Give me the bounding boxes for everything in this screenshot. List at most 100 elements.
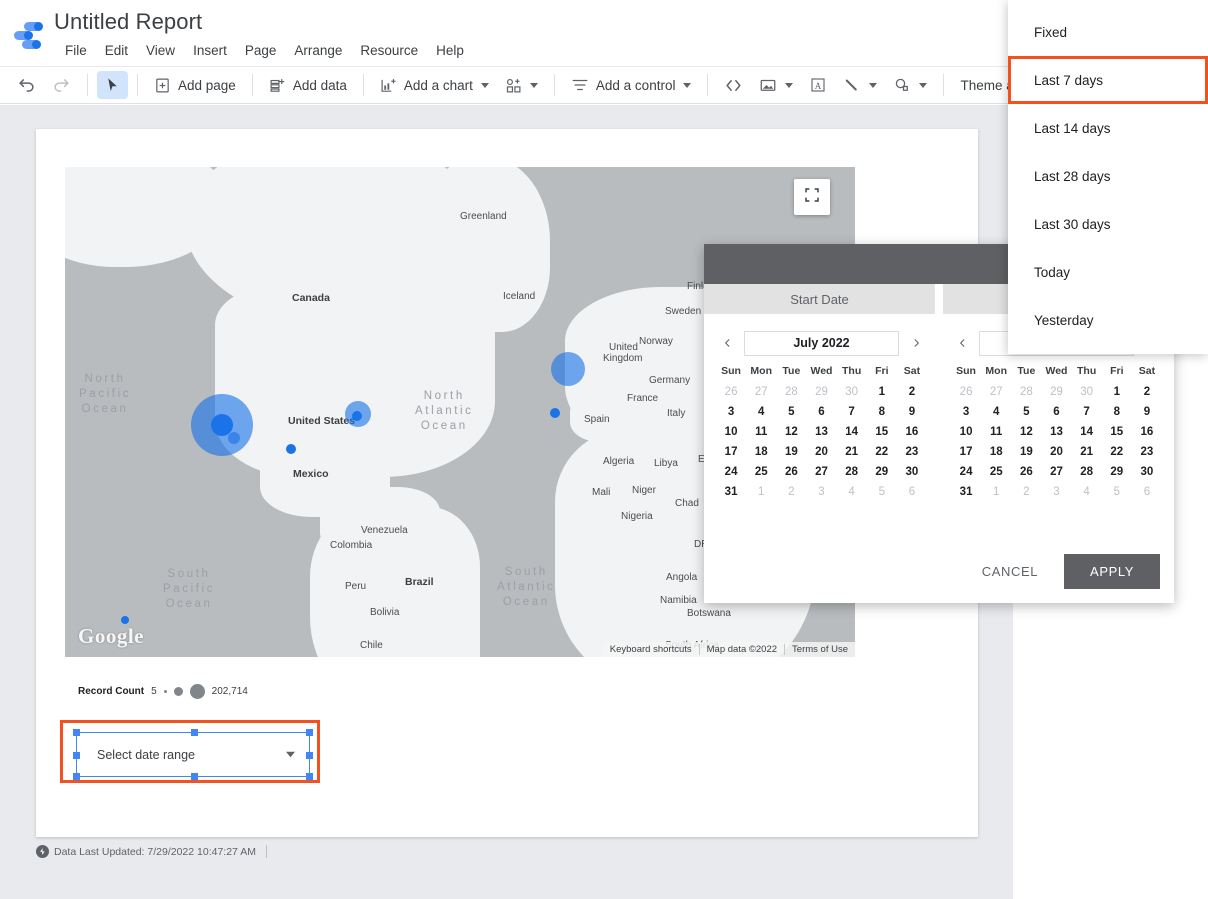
add-control-button[interactable]: Add a control	[564, 71, 699, 99]
page-title[interactable]: Untitled Report	[54, 9, 202, 35]
date-range-control[interactable]: Select date range	[73, 729, 313, 780]
calendar-day[interactable]: 10	[716, 426, 746, 438]
map-bubble[interactable]	[551, 352, 585, 386]
calendar-day[interactable]: 1	[981, 486, 1011, 498]
calendar-day[interactable]: 14	[837, 426, 867, 438]
fullscreen-button[interactable]	[794, 179, 830, 215]
calendar-day[interactable]: 6	[806, 406, 836, 418]
calendar-day[interactable]: 26	[951, 386, 981, 398]
calendar-day[interactable]: 4	[837, 486, 867, 498]
calendar-day[interactable]: 22	[867, 446, 897, 458]
calendar-day[interactable]: 2	[1011, 486, 1041, 498]
map-bubble[interactable]	[228, 432, 240, 444]
calendar-day[interactable]: 8	[1102, 406, 1132, 418]
month-year-selector[interactable]: July 2022	[744, 330, 899, 356]
terms-of-use-link[interactable]: Terms of Use	[784, 644, 855, 655]
calendar-day[interactable]: 29	[1041, 386, 1071, 398]
add-chart-button[interactable]: Add a chart	[373, 71, 496, 99]
calendar-day[interactable]: 18	[746, 446, 776, 458]
calendar-day[interactable]: 12	[776, 426, 806, 438]
calendar-day[interactable]: 3	[1041, 486, 1071, 498]
calendar-day[interactable]: 25	[981, 466, 1011, 478]
menu-insert[interactable]: Insert	[184, 41, 236, 60]
calendar-day[interactable]: 1	[1102, 386, 1132, 398]
calendar-day[interactable]: 9	[897, 406, 927, 418]
menu-item-last-28-days[interactable]: Last 28 days	[1008, 152, 1208, 200]
calendar-day[interactable]: 3	[716, 406, 746, 418]
calendar-day[interactable]: 29	[1102, 466, 1132, 478]
select-tool-button[interactable]	[97, 71, 128, 99]
calendar-day[interactable]: 28	[837, 466, 867, 478]
calendar-day[interactable]: 2	[1132, 386, 1162, 398]
embed-code-button[interactable]	[717, 71, 750, 99]
calendar-day[interactable]: 11	[981, 426, 1011, 438]
map-bubble[interactable]	[121, 616, 129, 624]
calendar-day[interactable]: 1	[867, 386, 897, 398]
calendar-day[interactable]: 27	[806, 466, 836, 478]
calendar-day[interactable]: 2	[776, 486, 806, 498]
calendar-day[interactable]: 15	[1102, 426, 1132, 438]
calendar-day[interactable]: 28	[1011, 386, 1041, 398]
menu-item-last-7-days[interactable]: Last 7 days	[1008, 56, 1208, 104]
resize-handle-n[interactable]	[191, 729, 198, 736]
calendar-day[interactable]: 26	[716, 386, 746, 398]
calendar-day[interactable]: 26	[1011, 466, 1041, 478]
calendar-day[interactable]: 16	[1132, 426, 1162, 438]
tab-start-date[interactable]: Start Date	[704, 284, 935, 314]
undo-button[interactable]	[10, 71, 43, 99]
image-button[interactable]	[752, 71, 800, 99]
menu-item-fixed[interactable]: Fixed	[1008, 8, 1208, 56]
map-bubble[interactable]	[286, 444, 296, 454]
calendar-day[interactable]: 5	[776, 406, 806, 418]
resize-handle-e[interactable]	[306, 752, 313, 759]
community-visualization-button[interactable]	[498, 71, 545, 99]
calendar-day[interactable]: 23	[897, 446, 927, 458]
map-bubble[interactable]	[550, 408, 560, 418]
calendar-day[interactable]: 28	[1072, 466, 1102, 478]
calendar-day[interactable]: 16	[897, 426, 927, 438]
menu-item-last-14-days[interactable]: Last 14 days	[1008, 104, 1208, 152]
calendar-day[interactable]: 28	[776, 386, 806, 398]
calendar-day[interactable]: 20	[1041, 446, 1071, 458]
calendar-day[interactable]: 13	[806, 426, 836, 438]
calendar-day[interactable]: 30	[1072, 386, 1102, 398]
calendar-day[interactable]: 29	[867, 466, 897, 478]
calendar-day[interactable]: 6	[1132, 486, 1162, 498]
prev-month-button[interactable]	[951, 332, 973, 354]
next-month-button[interactable]	[905, 332, 927, 354]
keyboard-shortcuts-link[interactable]: Keyboard shortcuts	[603, 644, 699, 655]
calendar-day[interactable]: 30	[897, 466, 927, 478]
calendar-day[interactable]: 5	[1102, 486, 1132, 498]
calendar-day[interactable]: 6	[1041, 406, 1071, 418]
resize-handle-nw[interactable]	[73, 729, 80, 736]
calendar-day[interactable]: 12	[1011, 426, 1041, 438]
resize-handle-w[interactable]	[73, 752, 80, 759]
calendar-day[interactable]: 4	[746, 406, 776, 418]
add-page-button[interactable]: Add page	[147, 71, 243, 99]
calendar-day[interactable]: 3	[951, 406, 981, 418]
menu-view[interactable]: View	[137, 41, 184, 60]
calendar-day[interactable]: 17	[951, 446, 981, 458]
calendar-day[interactable]: 3	[806, 486, 836, 498]
menu-file[interactable]: File	[56, 41, 96, 60]
shape-button[interactable]	[886, 71, 934, 99]
calendar-day[interactable]: 24	[951, 466, 981, 478]
calendar-day[interactable]: 24	[716, 466, 746, 478]
map-bubble[interactable]	[352, 411, 362, 421]
calendar-day[interactable]: 4	[1072, 486, 1102, 498]
calendar-day[interactable]: 21	[1072, 446, 1102, 458]
calendar-day[interactable]: 5	[867, 486, 897, 498]
calendar-day[interactable]: 31	[951, 486, 981, 498]
calendar-day[interactable]: 27	[1041, 466, 1071, 478]
redo-button[interactable]	[45, 71, 78, 99]
menu-resource[interactable]: Resource	[351, 41, 427, 60]
calendar-day[interactable]: 29	[806, 386, 836, 398]
add-data-button[interactable]: Add data	[262, 71, 354, 99]
menu-item-today[interactable]: Today	[1008, 248, 1208, 296]
prev-month-button[interactable]	[716, 332, 738, 354]
menu-item-yesterday[interactable]: Yesterday	[1008, 296, 1208, 344]
calendar-day[interactable]: 5	[1011, 406, 1041, 418]
calendar-day[interactable]: 26	[776, 466, 806, 478]
calendar-day[interactable]: 14	[1072, 426, 1102, 438]
menu-arrange[interactable]: Arrange	[285, 41, 351, 60]
